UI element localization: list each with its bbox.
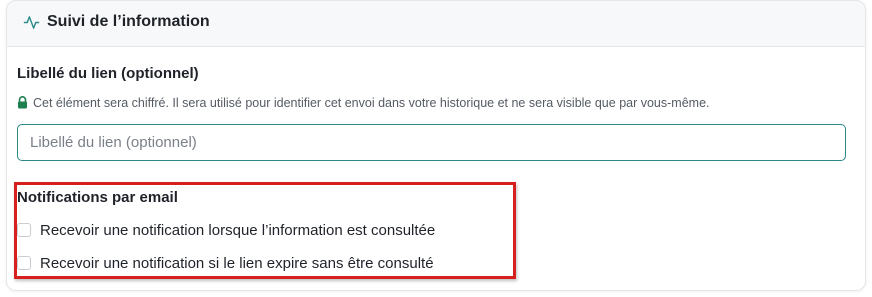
lock-icon	[18, 96, 27, 109]
notify-on-expiry-checkbox[interactable]	[17, 256, 31, 270]
notify-on-view-checkbox[interactable]	[17, 223, 31, 237]
activity-icon	[23, 16, 40, 29]
notify-on-view-option[interactable]: Recevoir une notification lorsque l’info…	[17, 220, 435, 240]
link-label-title: Libellé du lien (optionnel)	[17, 65, 199, 82]
link-label-hint: Cet élément sera chiffré. Il sera utilis…	[17, 96, 710, 110]
section-title: Suivi de l’information	[47, 13, 210, 30]
notifications-title: Notifications par email	[17, 189, 178, 206]
notify-on-expiry-option[interactable]: Recevoir une notification si le lien exp…	[17, 253, 434, 273]
hint-text: Cet élément sera chiffré. Il sera utilis…	[33, 96, 710, 110]
card-header: Suivi de l’information	[7, 1, 865, 47]
link-label-input[interactable]	[17, 124, 846, 161]
notify-on-expiry-label: Recevoir une notification si le lien exp…	[40, 254, 434, 272]
notify-on-view-label: Recevoir une notification lorsque l’info…	[40, 221, 436, 239]
